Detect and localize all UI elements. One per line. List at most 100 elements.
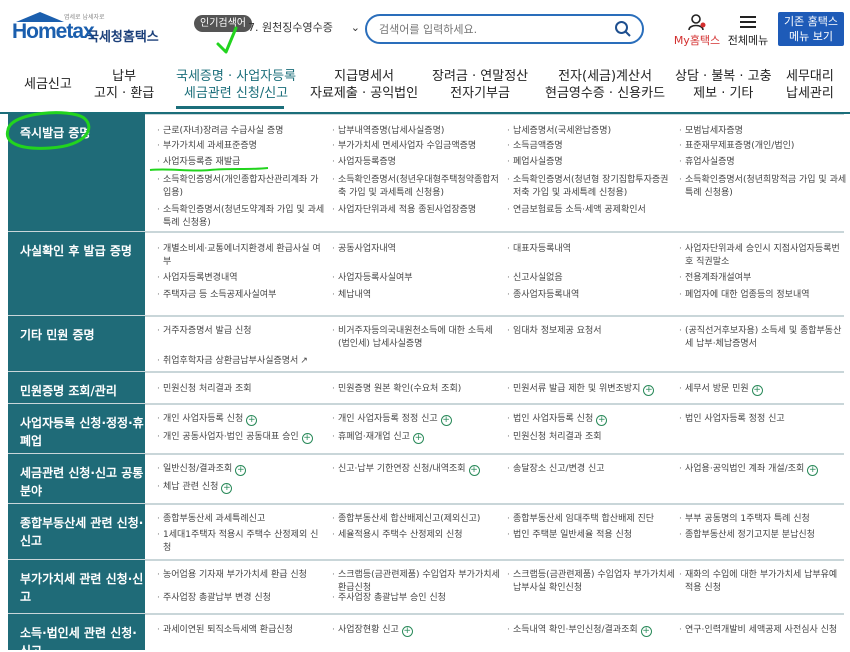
table-row: 민원증명 조회/관리 민원신청 처리결과 조회 민원증명 원본 확인(수요처 조… — [8, 372, 844, 404]
list-item[interactable]: 사업자등록증 재발급 — [155, 156, 325, 169]
list-item[interactable]: 소득확인증명서(청년우대형주택청약종합저축 가입 및 과세특례 신청용) — [330, 174, 500, 200]
list-item[interactable]: 임대차 정보제공 요청서 — [505, 325, 675, 338]
list-item[interactable]: 송달장소 신고/변경 신고 — [505, 463, 675, 476]
list-item[interactable]: 공동사업자내역 — [330, 243, 500, 256]
list-item[interactable]: 모범납세자증명 — [677, 125, 847, 138]
list-item[interactable]: 1세대1주택자 적용시 주택수 산정제외 신청 — [155, 529, 325, 555]
list-item[interactable]: 법인 사업자등록 신청+ — [505, 413, 675, 426]
list-item[interactable]: 세율적용시 주택수 산정제외 신청 — [330, 529, 500, 542]
list-item[interactable]: 법인 사업자등록 정정 신고 — [677, 413, 847, 426]
row-heading: 세금관련 신청·신고 공통분야 — [8, 454, 145, 503]
list-item[interactable]: 폐업자에 대한 업종등의 정보내역 — [677, 289, 847, 302]
list-item[interactable]: 종합부동산세 과세특례신고 — [155, 513, 325, 526]
list-item[interactable]: 부부 공동명의 1주택자 특례 신청 — [677, 513, 847, 526]
list-item[interactable]: 납세증명서(국세완납증명) — [505, 125, 675, 138]
list-item[interactable]: 민원서류 발급 제한 및 위변조방지+ — [505, 383, 675, 396]
nav-tax-return[interactable]: 세금신고 — [24, 76, 72, 93]
list-item[interactable]: 연구·인력개발비 세액공제 사전심사 신청 — [677, 624, 847, 637]
list-item[interactable]: 소득확인증명서(개인종합자산관리계좌 가입용) — [155, 174, 325, 200]
list-item[interactable]: 주사업장 총괄납부 승인 신청 — [330, 592, 500, 605]
list-item[interactable]: 개인 사업자등록 신청+ — [155, 413, 325, 426]
nav-certificate-registration[interactable]: 국세증명 · 사업자등록 세금관련 신청/신고 — [176, 68, 296, 102]
list-item[interactable]: 거주자증명서 발급 신청 — [155, 325, 325, 338]
list-item[interactable]: 민원증명 원본 확인(수요처 조회) — [330, 383, 500, 396]
nav-tax-agent[interactable]: 세무대리 납세관리 — [786, 68, 834, 102]
nav-payment-statement[interactable]: 지급명세서 자료제출 · 공익법인 — [310, 68, 418, 102]
search-input[interactable] — [379, 21, 599, 37]
all-menu-button[interactable]: 전체메뉴 — [726, 14, 770, 47]
list-item[interactable]: 종합부동산세 임대주택 합산배제 진단 — [505, 513, 675, 526]
list-item[interactable]: 폐업사실증명 — [505, 156, 675, 169]
popular-search-select[interactable]: 7. 원천징수영수증 ⌄ — [248, 16, 360, 40]
search-icon[interactable] — [614, 20, 632, 38]
list-item[interactable]: 체납내역 — [330, 289, 500, 302]
row-body: 농어업용 기자재 부가가치세 환급 신청 스크랩등(금관련제품) 수입업자 부가… — [145, 560, 844, 613]
list-item[interactable]: 민원신청 처리결과 조회 — [155, 383, 325, 396]
list-item[interactable]: 재화의 수입에 대한 부가가치세 납부유예 적용 신청 — [677, 569, 847, 595]
list-item[interactable]: 부가가치세 면세사업자 수입금액증명 — [330, 140, 500, 153]
list-item[interactable]: 표준재무제표증명(개인/법인) — [677, 140, 847, 153]
list-item[interactable]: 사업장현황 신고+ — [330, 624, 500, 637]
list-item[interactable]: 농어업용 기자재 부가가치세 환급 신청 — [155, 569, 325, 582]
list-item[interactable]: 사업자등록사실여부 — [330, 272, 500, 285]
row-heading: 부가가치세 관련 신청·신고 — [8, 560, 145, 613]
popular-search-badge: 인기검색어 — [194, 15, 252, 32]
list-item[interactable]: 취업후학자금 상환금납부사실증명서↗ — [155, 355, 335, 368]
list-item[interactable]: 신고사실없음 — [505, 272, 675, 285]
list-item[interactable]: 소득내역 확인·부인신청/결과조회+ — [505, 624, 675, 637]
list-item[interactable]: (공직선거후보자용) 소득세 및 종합부동산세 납부·체납증명서 — [677, 325, 847, 351]
list-item[interactable]: 신고·납부 기한연장 신청/내역조회+ — [330, 463, 500, 476]
list-item[interactable]: 사업자단위과세 적용 종된사업장증명 — [330, 204, 500, 217]
list-item[interactable]: 일반신청/결과조회+ — [155, 463, 325, 476]
nav-e-invoice[interactable]: 전자(세금)계산서 현금영수증 · 신용카드 — [545, 68, 665, 102]
list-item[interactable]: 체납 관련 신청+ — [155, 481, 325, 494]
external-link-icon: ↗ — [300, 356, 308, 366]
table-row: 즉시발급 증명 근로(자녀)장려금 수급사실 증명 납부내역증명(납세사실증명)… — [8, 114, 847, 232]
list-item[interactable]: 연금보험료등 소득·세액 공제확인서 — [505, 204, 675, 217]
list-item[interactable]: 사업자등록변경내역 — [155, 272, 325, 285]
list-item[interactable]: 주택자금 등 소득공제사실여부 — [155, 289, 325, 302]
search-box[interactable] — [365, 14, 644, 44]
list-item[interactable]: 개인 사업자등록 정정 신고+ — [330, 413, 500, 426]
all-menu-label: 전체메뉴 — [727, 34, 769, 47]
nav-incentive-yearend[interactable]: 장려금 · 연말정산 전자기부금 — [432, 68, 528, 102]
list-item[interactable]: 스크랩등(금관련제품) 수입업자 부가가치세 납부사실 확인신청 — [505, 569, 675, 595]
list-item[interactable]: 비거주자등의국내원천소득에 대한 소득세(법인세) 납세사실증명 — [330, 325, 500, 351]
list-item[interactable]: 소득확인증명서(청년희망적금 가입 및 과세특례 신청용) — [677, 174, 847, 200]
list-item[interactable]: 과세이연된 퇴직소득세액 환급신청 — [155, 624, 325, 637]
list-item[interactable]: 근로(자녀)장려금 수급사실 증명 — [155, 125, 325, 138]
list-item[interactable]: 부가가치세 과세표준증명 — [155, 140, 325, 153]
list-item[interactable]: 사업자등록증명 — [330, 156, 500, 169]
list-item[interactable]: 소득확인증명서(청년도약계좌 가입 및 과세특례 신청용) — [155, 204, 325, 230]
row-heading: 사실확인 후 발급 증명 — [8, 232, 145, 315]
old-hometax-menu-button[interactable]: 기존 홈택스 메뉴 보기 — [778, 12, 844, 46]
service-table: 즉시발급 증명 근로(자녀)장려금 수급사실 증명 납부내역증명(납세사실증명)… — [8, 114, 847, 652]
list-item[interactable]: 전용계좌개설여부 — [677, 272, 847, 285]
list-item[interactable]: 대표자등록내역 — [505, 243, 675, 256]
list-item[interactable]: 개인 공동사업자·법인 공동대표 승인+ — [155, 431, 325, 444]
list-item[interactable]: 법인 주택분 일반세율 적용 신청 — [505, 529, 675, 542]
list-item[interactable]: 민원신청 처리결과 조회 — [505, 431, 675, 444]
list-item[interactable]: 개별소비세·교통에너지환경세 환급사실 여부 — [155, 243, 325, 269]
list-item[interactable]: 종사업자등록내역 — [505, 289, 675, 302]
list-item[interactable]: 종합부동산세 합산배제신고(제외신고) — [330, 513, 500, 526]
plus-icon: + — [246, 415, 258, 426]
list-item[interactable]: 납부내역증명(납세사실증명) — [330, 125, 500, 138]
list-item[interactable]: 휴폐업·재개업 신고+ — [330, 431, 500, 444]
my-hometax-button[interactable]: My홈택스 — [672, 14, 722, 47]
list-item[interactable]: 휴업사실증명 — [677, 156, 847, 169]
list-item[interactable]: 소득확인증명서(청년형 장기집합투자증권저축 가입 및 과세특례 신청용) — [505, 174, 675, 200]
nav-consultation[interactable]: 상담 · 불복 · 고충 제보 · 기타 — [675, 68, 772, 102]
row-body: 민원신청 처리결과 조회 민원증명 원본 확인(수요처 조회) 민원서류 발급 … — [145, 372, 844, 403]
list-item[interactable]: 종합부동산세 정기고지분 분납신청 — [677, 529, 847, 542]
list-item[interactable]: 소득금액증명 — [505, 140, 675, 153]
row-body: 과세이연된 퇴직소득세액 환급신청 사업장현황 신고+ 소득내역 확인·부인신청… — [145, 614, 844, 650]
row-body: 일반신청/결과조회+ 신고·납부 기한연장 신청/내역조회+ 송달장소 신고/변… — [145, 454, 844, 503]
list-item[interactable]: 주사업장 총괄납부 변경 신청 — [155, 592, 325, 605]
list-item[interactable]: 사업자단위과세 승인시 지점사업자등록번호 직권말소 — [677, 243, 847, 269]
list-item[interactable]: 세무서 방문 민원+ — [677, 383, 847, 396]
nav-payment[interactable]: 납부 고지 · 환급 — [94, 68, 154, 102]
hometax-logo[interactable]: 엽세로 납세자로 Hometax 국세청홈택스 — [12, 12, 160, 46]
list-item[interactable]: 사업용·공익법인 계좌 개설/조회+ — [677, 463, 847, 476]
plus-icon: + — [301, 433, 313, 444]
